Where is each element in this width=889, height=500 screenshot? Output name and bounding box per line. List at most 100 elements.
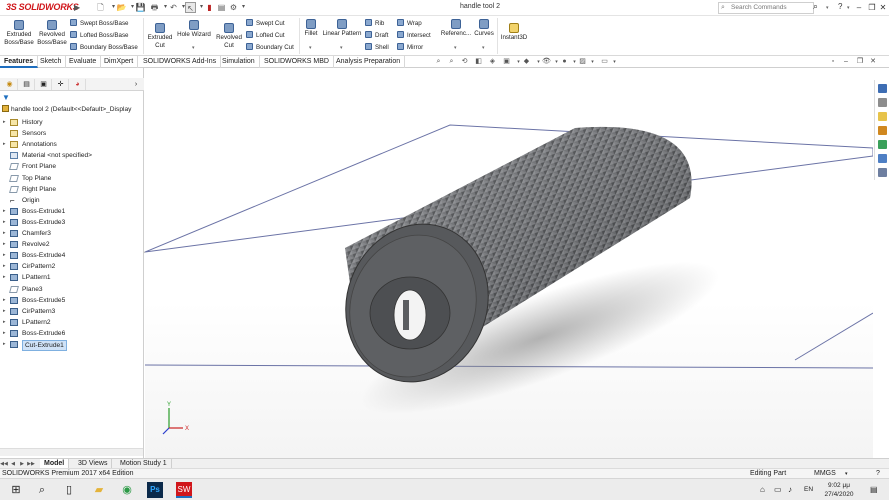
revolved-cut-button[interactable]: Revolved Cut [213, 23, 245, 50]
tree-item[interactable]: ▸ Boss-Extrude6 [0, 328, 144, 339]
configuration-manager-tab-icon[interactable]: ▣ [36, 79, 52, 90]
extruded-cut-button[interactable]: Extruded Cut [145, 23, 175, 50]
tree-item[interactable]: Material <not specified> [0, 150, 144, 161]
section-view-icon[interactable]: ◧ [474, 57, 483, 67]
revolved-boss-base-button[interactable]: Revolved Boss/Base [36, 20, 68, 47]
search-button-icon[interactable]: ⌕ [813, 1, 818, 12]
wrap-button[interactable]: Wrap [397, 19, 422, 28]
tree-item[interactable]: ▸ LPattern2 [0, 317, 144, 328]
file-explorer-taskbar-icon[interactable]: ▰ [91, 482, 107, 498]
tab-analysis-preparation[interactable]: Analysis Preparation [332, 56, 406, 68]
tab-solidworks-addins[interactable]: SOLIDWORKS Add-Ins [139, 56, 222, 68]
dimxpert-manager-tab-icon[interactable]: ✛ [53, 79, 69, 90]
viewport-minimize-icon[interactable]: – [841, 57, 851, 67]
tab-solidworks-mbd[interactable]: SOLIDWORKS MBD [260, 56, 334, 68]
volume-icon[interactable]: ♪ [788, 485, 792, 494]
print-icon[interactable]: 🖶 [149, 2, 160, 13]
file-explorer-icon[interactable] [878, 112, 887, 121]
horizontal-scrollbar[interactable] [0, 448, 143, 456]
solidworks-logo[interactable]: 3S SOLIDWORKS [6, 2, 79, 12]
swept-boss-base-button[interactable]: Swept Boss/Base [70, 19, 129, 28]
tree-item[interactable]: ▸ Boss-Extrude3 [0, 217, 144, 228]
reference-geometry-dropdown-arrow-icon[interactable]: ▾ [454, 45, 457, 51]
forum-icon[interactable] [878, 168, 887, 177]
draft-button[interactable]: Draft [365, 31, 388, 40]
close-button[interactable]: ✕ [877, 1, 889, 14]
property-manager-tab-icon[interactable]: ▤ [19, 79, 35, 90]
extruded-boss-base-button[interactable]: Extruded Boss/Base [3, 20, 35, 47]
display-manager-tab-icon[interactable]: ◕ [70, 79, 86, 90]
tab-evaluate[interactable]: Evaluate [65, 56, 102, 68]
battery-icon[interactable]: ▭ [774, 485, 782, 494]
viewport-restore-icon[interactable]: ❐ [855, 57, 865, 67]
system-clock[interactable]: 9:02 μμ 27/4/2020 [818, 481, 860, 499]
tree-item[interactable]: ▸ LPattern1 [0, 272, 144, 283]
mirror-button[interactable]: Mirror [397, 43, 423, 52]
filter-icon[interactable]: ▼ [2, 93, 10, 102]
new-document-icon[interactable]: 🗋 [95, 2, 106, 13]
hide-show-items-icon[interactable]: 👁 [542, 57, 551, 67]
viewport-tile-icon[interactable]: ▫ [828, 57, 838, 67]
select-pointer-icon[interactable]: ↖ [185, 2, 196, 13]
expand-arrow-icon[interactable]: ▸ [3, 139, 6, 150]
help-icon[interactable]: ? [838, 2, 842, 11]
expand-arrow-icon[interactable]: ▸ [3, 306, 6, 317]
open-folder-icon[interactable]: 📂 [116, 2, 127, 13]
fillet-button[interactable]: Fillet [301, 19, 321, 38]
model-view[interactable]: Y X [135, 68, 874, 458]
expand-arrow-icon[interactable]: ▸ [3, 250, 6, 261]
tree-item[interactable]: ▸ Boss-Extrude5 [0, 295, 144, 306]
notifications-icon[interactable]: ▤ [870, 485, 878, 494]
tree-item[interactable]: ▸ CirPattern3 [0, 306, 144, 317]
file-properties-icon[interactable]: ▤ [216, 2, 227, 13]
expand-arrow-icon[interactable]: ▸ [3, 261, 6, 272]
tree-item[interactable]: ▸ Cut-Extrude1 [0, 339, 144, 351]
apply-scene-icon[interactable]: ▨ [578, 57, 587, 67]
shell-button[interactable]: Shell [365, 43, 389, 52]
hole-wizard-button[interactable]: Hole Wizard [175, 20, 213, 39]
save-icon[interactable]: 💾 [135, 2, 146, 13]
view-palette-icon[interactable] [878, 126, 887, 135]
expand-arrow-icon[interactable]: ▸ [3, 339, 6, 350]
boundary-boss-base-button[interactable]: Boundary Boss/Base [70, 43, 138, 52]
tree-item[interactable]: ▸ Boss-Extrude4 [0, 250, 144, 261]
rebuild-icon[interactable]: ▮ [204, 2, 215, 13]
taskbar-search-icon[interactable]: ⌕ [34, 482, 50, 498]
dynamic-annotation-icon[interactable]: ◈ [488, 57, 497, 67]
feature-manager-tab-icon[interactable]: ◉ [2, 79, 18, 90]
tree-item[interactable]: ▸ History [0, 117, 144, 128]
expand-arrow-icon[interactable]: ▸ [3, 272, 6, 283]
zoom-to-fit-icon[interactable]: ⌕ [434, 57, 443, 67]
zoom-to-area-icon[interactable]: ⌕ [447, 57, 456, 67]
task-view-icon[interactable]: ▯ [61, 482, 77, 498]
tree-item[interactable]: ▸ Chamfer3 [0, 228, 144, 239]
scene-dropdown-icon[interactable]: ▾ [588, 57, 597, 67]
options-dropdown-arrow-icon[interactable]: ▾ [238, 2, 249, 13]
search-dropdown-arrow-icon[interactable]: ▾ [826, 5, 829, 11]
boundary-cut-button[interactable]: Boundary Cut [246, 43, 294, 52]
solidworks-taskbar-icon[interactable]: SW [176, 482, 192, 498]
tab-simulation[interactable]: Simulation [218, 56, 260, 68]
expand-arrow-icon[interactable]: ▸ [3, 239, 6, 250]
tree-item[interactable]: Plane3 [0, 284, 144, 295]
linear-pattern-dropdown-arrow-icon[interactable]: ▾ [340, 45, 343, 51]
tree-item[interactable]: ⌐ Origin [0, 195, 144, 206]
tree-item[interactable]: Top Plane [0, 173, 144, 184]
previous-view-icon[interactable]: ⟲ [460, 57, 469, 67]
expand-arrow-icon[interactable]: ▸ [3, 206, 6, 217]
tree-item[interactable]: Sensors [0, 128, 144, 139]
edit-appearance-icon[interactable]: ● [560, 57, 569, 67]
design-library-icon[interactable] [878, 98, 887, 107]
expand-arrow-icon[interactable]: ▸ [3, 217, 6, 228]
hole-wizard-dropdown-arrow-icon[interactable]: ▾ [192, 45, 195, 51]
expand-arrow-icon[interactable]: ▸ [3, 295, 6, 306]
photoshop-taskbar-icon[interactable]: Ps [147, 482, 163, 498]
tab-features[interactable]: Features [0, 56, 39, 68]
tree-item[interactable]: ▸ Boss-Extrude1 [0, 206, 144, 217]
network-icon[interactable]: ⌂ [760, 485, 765, 494]
language-indicator[interactable]: EN [804, 486, 813, 493]
expand-arrow-icon[interactable]: ▸ [3, 117, 6, 128]
graphics-area[interactable]: Y X [135, 68, 874, 458]
expand-arrow-icon[interactable]: ▸ [3, 228, 6, 239]
display-style-icon[interactable]: ◆ [522, 57, 531, 67]
